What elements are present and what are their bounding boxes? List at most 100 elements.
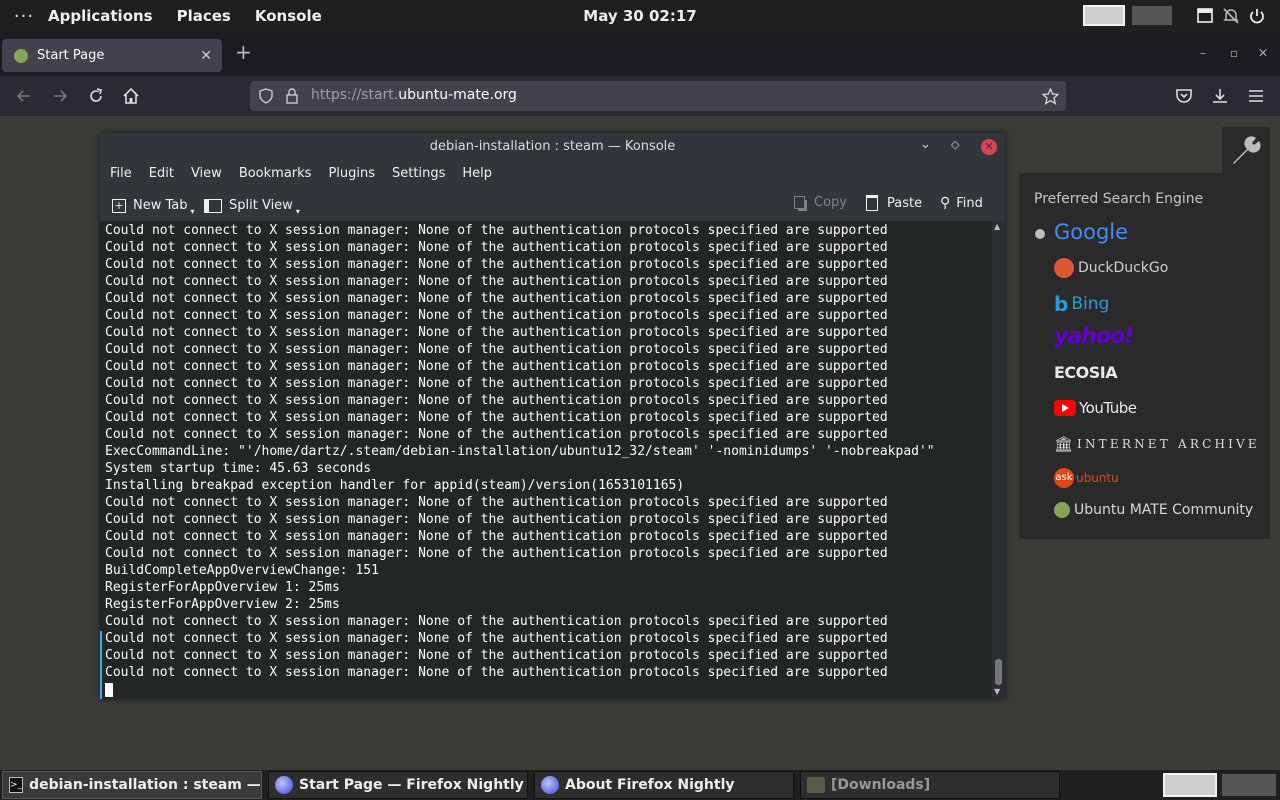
konsole-close-icon[interactable]: ✕: [981, 139, 997, 155]
notifications-muted-icon[interactable]: [1222, 7, 1240, 25]
new-tab-icon: +: [112, 198, 126, 213]
bottom-panel: >_ debian-installation : steam — K... St…: [0, 770, 1280, 800]
konsole-title: debian-installation : steam — Konsole: [429, 139, 676, 154]
menu-help[interactable]: Help: [462, 166, 492, 181]
engine-askubuntu[interactable]: ask ubuntu: [1054, 468, 1119, 488]
engine-ubuntu-mate-community[interactable]: Ubuntu MATE Community: [1054, 502, 1253, 518]
copy-icon: [794, 196, 805, 209]
search-icon: ⚲: [940, 195, 951, 211]
bookmark-star-icon[interactable]: [1042, 88, 1059, 105]
restore-icon[interactable]: ▫: [1230, 46, 1238, 60]
engine-internet-archive[interactable]: 🏛 INTERNET ARCHIVE: [1054, 435, 1260, 453]
archive-icon: 🏛: [1054, 435, 1074, 453]
engine-ecosia[interactable]: ECOSIA: [1054, 363, 1118, 382]
menu-edit[interactable]: Edit: [149, 166, 174, 181]
forward-icon[interactable]: [50, 86, 70, 106]
engine-youtube[interactable]: YouTube: [1054, 399, 1137, 417]
menu-bookmarks[interactable]: Bookmarks: [239, 166, 312, 181]
terminal-icon: >_: [9, 777, 24, 793]
home-icon[interactable]: [121, 86, 141, 106]
downloads-folder-icon: [807, 777, 825, 793]
firefox-nightly-icon: [541, 776, 559, 794]
more-icon[interactable]: ···: [0, 6, 48, 27]
terminal-marker: [100, 631, 102, 699]
scroll-down-icon[interactable]: ▼: [994, 687, 1000, 696]
selected-engine-dot: [1035, 229, 1045, 239]
duckduckgo-icon: [1054, 258, 1074, 278]
power-icon[interactable]: [1248, 7, 1266, 25]
pocket-icon[interactable]: [1174, 86, 1194, 106]
terminal-scrollbar[interactable]: ▲ ▼: [992, 221, 1005, 699]
applications-menu[interactable]: Applications: [48, 7, 153, 25]
window-list-icon[interactable]: [1196, 7, 1214, 25]
engine-yahoo[interactable]: yahoo!: [1054, 324, 1134, 349]
new-tab-icon[interactable]: +: [235, 40, 252, 64]
copy-button[interactable]: Copy: [794, 195, 847, 210]
find-label: Find: [956, 195, 983, 211]
bing-label: Bing: [1071, 294, 1110, 314]
taskbar-item-konsole[interactable]: >_ debian-installation : steam — K...: [2, 771, 262, 799]
taskbar-item-firefox-start[interactable]: Start Page — Firefox Nightly: [268, 771, 528, 799]
close-window-icon[interactable]: ✕: [1258, 46, 1268, 60]
workspace-switcher-1[interactable]: [1163, 773, 1217, 797]
taskbar-item-about-firefox[interactable]: About Firefox Nightly: [534, 771, 794, 799]
lock-icon[interactable]: [285, 88, 299, 104]
workspace-1[interactable]: [1083, 5, 1125, 26]
konsole-menu[interactable]: Konsole: [255, 7, 322, 25]
back-icon[interactable]: [14, 86, 34, 106]
search-engine-heading: Preferred Search Engine: [1034, 191, 1204, 207]
tab-start-page[interactable]: Start Page ✕: [2, 39, 222, 72]
konsole-maximize-icon[interactable]: ◇: [951, 138, 959, 151]
engine-bing[interactable]: b Bing: [1054, 292, 1109, 316]
scroll-up-icon[interactable]: ▲: [994, 222, 1000, 231]
askubuntu-icon: ask: [1054, 468, 1074, 488]
askubuntu-label: ubuntu: [1076, 471, 1119, 485]
engine-google[interactable]: Google: [1054, 220, 1128, 244]
browser-navbar: https://start.ubuntu-mate.org: [0, 76, 1280, 116]
google-logo: Google: [1054, 220, 1129, 244]
find-button[interactable]: ⚲ Find: [940, 195, 983, 211]
split-view-icon: [204, 198, 222, 213]
url-text[interactable]: https://start.ubuntu-mate.org: [311, 87, 517, 103]
terminal-area[interactable]: Could not connect to X session manager: …: [100, 221, 992, 699]
konsole-window: debian-installation : steam — Konsole ⌄ …: [100, 133, 1005, 699]
menu-settings[interactable]: Settings: [392, 166, 445, 181]
copy-label: Copy: [814, 195, 847, 210]
konsole-titlebar[interactable]: debian-installation : steam — Konsole: [100, 133, 1005, 161]
split-view-button[interactable]: Split View ▾: [204, 195, 300, 216]
ubuntu-mate-community-label: Ubuntu MATE Community: [1074, 502, 1254, 518]
menu-icon[interactable]: [1246, 86, 1266, 106]
downloads-icon[interactable]: [1210, 86, 1230, 106]
url-bar[interactable]: https://start.ubuntu-mate.org: [250, 81, 1066, 111]
scrollbar-thumb[interactable]: [995, 659, 1002, 685]
menu-plugins[interactable]: Plugins: [328, 166, 375, 181]
new-tab-button[interactable]: + New Tab ▾: [112, 195, 195, 216]
ubuntu-mate-icon: [1054, 502, 1070, 518]
top-panel: ··· Applications Places Konsole May 30 0…: [0, 0, 1280, 32]
taskbar-item-downloads[interactable]: [Downloads]: [800, 771, 1060, 799]
new-tab-label: New Tab: [133, 198, 188, 213]
workspace-2[interactable]: [1131, 5, 1173, 26]
workspace-switcher-2[interactable]: [1221, 773, 1277, 797]
close-tab-icon[interactable]: ✕: [200, 48, 212, 64]
paste-label: Paste: [887, 195, 923, 211]
reload-icon[interactable]: [86, 86, 106, 106]
search-engine-panel: Preferred Search Engine Google DuckDuckG…: [1019, 173, 1270, 539]
taskbar-label: About Firefox Nightly: [565, 777, 735, 793]
menu-view[interactable]: View: [191, 166, 222, 181]
shield-icon[interactable]: [258, 88, 274, 104]
konsole-minimize-icon[interactable]: ⌄: [920, 137, 931, 152]
chevron-down-icon[interactable]: ▾: [191, 207, 195, 216]
menu-file[interactable]: File: [110, 166, 132, 181]
chevron-down-icon[interactable]: ▾: [296, 207, 300, 216]
wrench-icon: [1233, 136, 1261, 164]
taskbar-label: Start Page — Firefox Nightly: [299, 777, 524, 793]
youtube-play-icon: [1054, 400, 1076, 416]
engine-duckduckgo[interactable]: DuckDuckGo: [1054, 258, 1168, 278]
minimize-icon[interactable]: –: [1200, 46, 1206, 60]
settings-toggle[interactable]: [1222, 127, 1270, 173]
paste-button[interactable]: Paste: [866, 195, 922, 211]
youtube-label: YouTube: [1079, 399, 1137, 417]
places-menu[interactable]: Places: [177, 7, 231, 25]
konsole-toolbar: + New Tab ▾ Split View ▾ Copy Paste ⚲ Fi…: [100, 185, 1005, 222]
